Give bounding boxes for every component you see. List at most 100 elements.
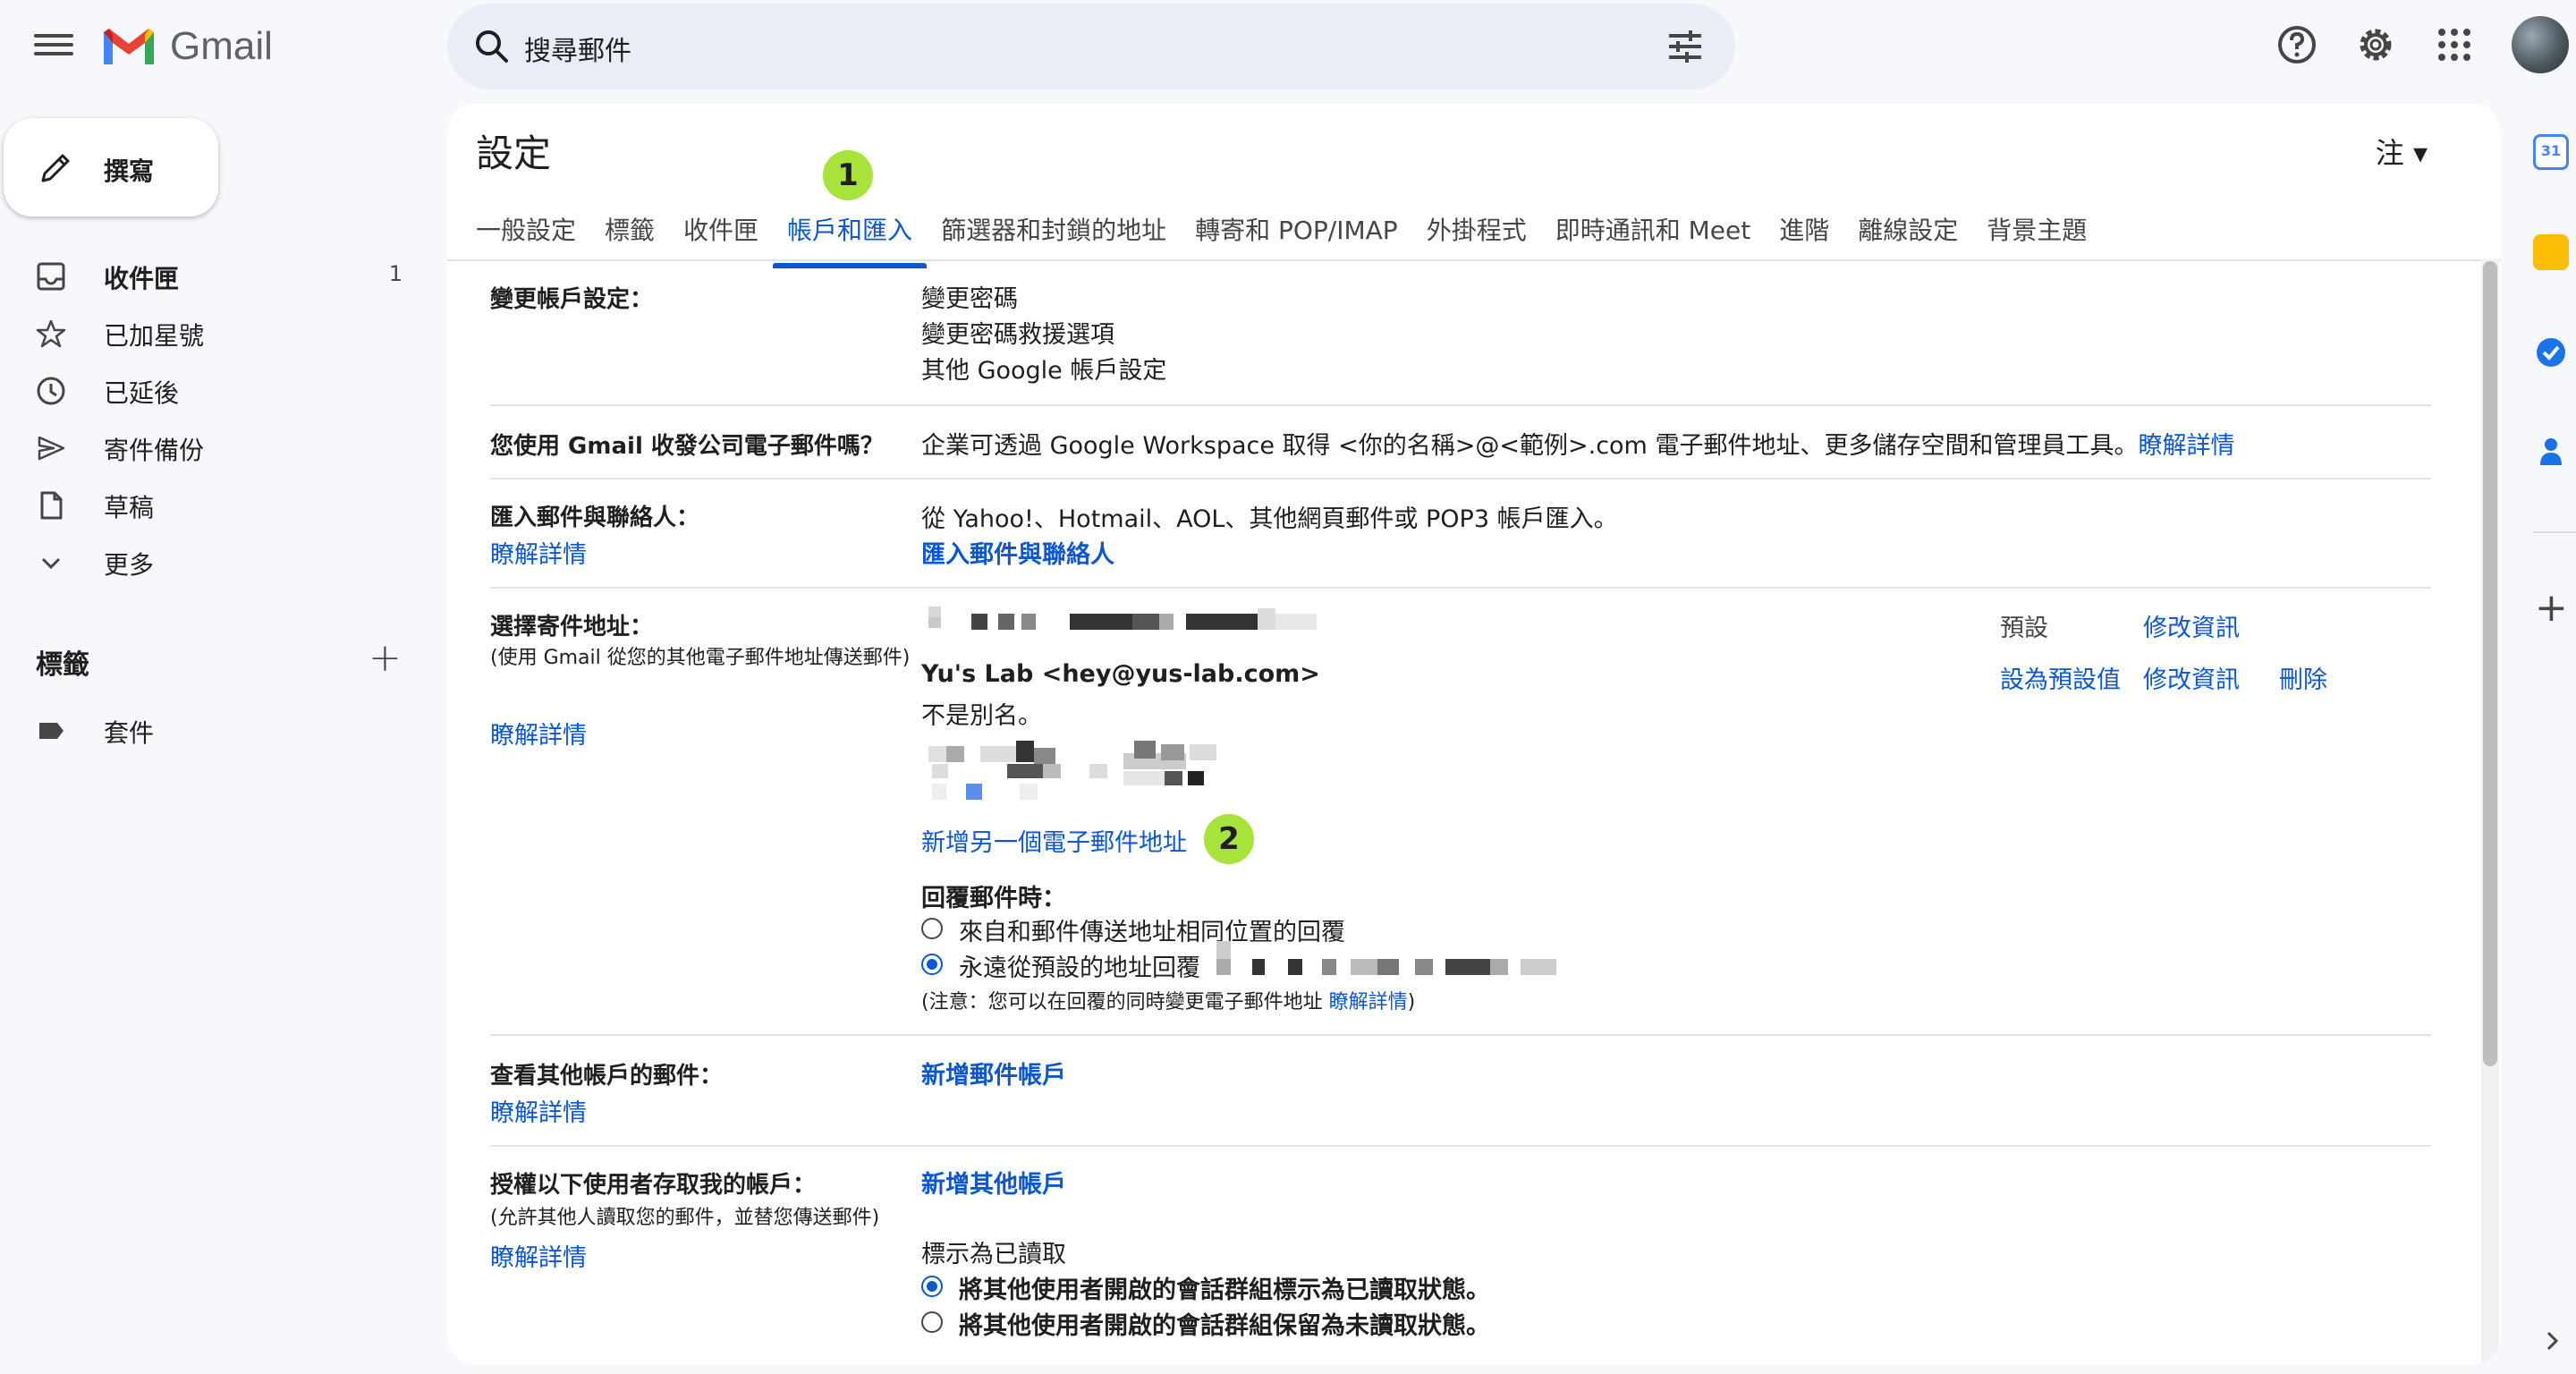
add-mail-account-link[interactable]: 新增郵件帳戶: [921, 1056, 1066, 1090]
sidebar-item-label: 已加星號: [104, 321, 205, 351]
star-icon: [36, 319, 66, 348]
settings-tabs: 一般設定 標籤 收件匣 帳戶和匯入 篩選器和封鎖的地址 轉寄和 POP/IMAP…: [462, 204, 2101, 268]
reply-title: 回覆郵件時：: [921, 885, 1066, 912]
chevron-down-icon: [41, 557, 61, 570]
tab-inbox[interactable]: 收件匣: [669, 204, 773, 258]
edit-info-link-2[interactable]: 修改資訊: [2143, 660, 2240, 695]
search-options-icon[interactable]: [1665, 29, 1705, 64]
page-title: 設定: [476, 131, 552, 175]
unread-count: 1: [388, 261, 402, 286]
add-label-icon[interactable]: +: [369, 635, 402, 681]
chevron-right-icon[interactable]: [2540, 1329, 2563, 1353]
sidebar-item-label: 寄件備份: [104, 436, 205, 465]
workspace-text: 企業可透過 Google Workspace 取得 <你的名稱>@<範例>.co…: [921, 426, 2234, 461]
account-avatar[interactable]: [2512, 16, 2569, 73]
keep-unread-label: 將其他使用者開啟的會話群組保留為未讀取狀態。: [959, 1312, 1490, 1340]
set-default-link[interactable]: 設為預設值: [2000, 660, 2121, 695]
divider: [490, 404, 2431, 406]
reply-default-address-label: 永遠從預設的地址回覆: [959, 954, 1200, 982]
gmail-m-icon: [104, 29, 154, 64]
account-settings-label: 變更帳戶設定：: [490, 286, 654, 313]
get-addons-icon[interactable]: +: [2535, 585, 2568, 631]
sidebar-item-inbox[interactable]: 收件匣 1: [0, 247, 420, 304]
divider: [490, 1034, 2431, 1036]
pencil-icon: [41, 154, 70, 182]
gmail-wordmark: Gmail: [170, 24, 273, 68]
default-badge: 預設: [2000, 615, 2048, 642]
sidebar-item-label-suite[interactable]: 套件: [0, 701, 420, 759]
tasks-icon[interactable]: [2533, 335, 2569, 370]
import-learn-more-link[interactable]: 瞭解詳情: [490, 535, 587, 570]
password-recovery-link[interactable]: 變更密碼救援選項: [921, 315, 1114, 350]
tab-themes[interactable]: 背景主題: [1972, 204, 2101, 258]
input-tools-label: 注: [2375, 136, 2404, 170]
not-alias-text: 不是別名。: [921, 702, 1042, 730]
edit-info-link-1[interactable]: 修改資訊: [2143, 608, 2240, 643]
compose-button[interactable]: 撰寫: [4, 118, 218, 216]
google-account-settings-link[interactable]: 其他 Google 帳戶設定: [921, 351, 1166, 386]
grant-access-description: (允許其他人讀取您的郵件，並替您傳送郵件): [490, 1207, 880, 1229]
send-as-learn-more-link[interactable]: 瞭解詳情: [490, 716, 587, 751]
reply-same-address-radio[interactable]: [921, 918, 943, 939]
import-mail-contacts-link[interactable]: 匯入郵件與聯絡人: [921, 535, 1114, 570]
mark-read-radio[interactable]: [921, 1276, 943, 1297]
tab-forwarding[interactable]: 轉寄和 POP/IMAP: [1181, 204, 1412, 258]
tab-advanced[interactable]: 進階: [1765, 204, 1843, 258]
step-marker-2: 2: [1204, 814, 1254, 864]
tab-labels[interactable]: 標籤: [590, 204, 669, 258]
add-email-address-link[interactable]: 新增另一個電子郵件地址: [921, 823, 1187, 858]
main-menu-button[interactable]: [34, 29, 73, 61]
step-marker-1: 1: [823, 150, 873, 200]
import-description: 從 Yahoo!、Hotmail、AOL、其他網頁郵件或 POP3 帳戶匯入。: [921, 505, 1618, 533]
divider: [490, 1145, 2431, 1147]
calendar-icon[interactable]: 31: [2533, 134, 2569, 170]
tab-offline[interactable]: 離線設定: [1843, 204, 1972, 258]
reply-default-address-radio[interactable]: [921, 954, 943, 975]
contacts-icon[interactable]: [2533, 433, 2569, 469]
search-bar[interactable]: 搜尋郵件: [447, 4, 1735, 89]
delete-address-link[interactable]: 刪除: [2279, 660, 2327, 695]
apps-grid-icon[interactable]: [2433, 23, 2476, 66]
tab-addons[interactable]: 外掛程式: [1412, 204, 1541, 258]
sidebar-item-more[interactable]: 更多: [0, 533, 420, 590]
sidebar-item-label: 更多: [104, 550, 155, 580]
scrollbar-thumb[interactable]: [2483, 261, 2497, 1066]
send-icon: [38, 436, 65, 461]
tab-filters[interactable]: 篩選器和封鎖的地址: [927, 204, 1181, 258]
sidebar-item-starred[interactable]: 已加星號: [0, 304, 420, 361]
help-icon[interactable]: [2275, 23, 2318, 66]
change-password-link[interactable]: 變更密碼: [921, 279, 1018, 314]
search-input[interactable]: 搜尋郵件: [524, 29, 631, 68]
labels-heading: 標籤: [36, 649, 89, 681]
sidebar-item-label: 套件: [104, 718, 155, 748]
settings-gear-icon[interactable]: [2354, 23, 2397, 66]
sidebar-item-sent[interactable]: 寄件備份: [0, 419, 420, 476]
check-mail-label: 查看其他帳戶的郵件：: [490, 1063, 724, 1090]
sidebar-item-snoozed[interactable]: 已延後: [0, 361, 420, 419]
input-tools-dropdown[interactable]: 注 ▾: [2376, 131, 2428, 172]
label-tag-icon: [39, 723, 64, 739]
send-as-label: 選擇寄件地址：: [490, 614, 654, 640]
gmail-logo[interactable]: Gmail: [100, 20, 297, 73]
tab-accounts-import[interactable]: 帳戶和匯入: [773, 204, 928, 268]
reply-note: (注意：您可以在回覆的同時變更電子郵件地址 瞭解詳情): [921, 986, 1415, 1014]
add-another-account-link[interactable]: 新增其他帳戶: [921, 1165, 1066, 1200]
sender-address-2: Yu's Lab <hey@yus-lab.com>: [921, 660, 1320, 688]
tab-chat-meet[interactable]: 即時通訊和 Meet: [1541, 204, 1766, 258]
workspace-label: 您使用 Gmail 收發公司電子郵件嗎？: [490, 433, 884, 460]
compose-label: 撰寫: [104, 157, 155, 186]
search-icon[interactable]: [470, 25, 513, 68]
grant-access-label: 授權以下使用者存取我的帳戶：: [490, 1172, 817, 1199]
check-mail-learn-more-link[interactable]: 瞭解詳情: [490, 1093, 587, 1128]
import-label: 匯入郵件與聯絡人：: [490, 505, 700, 531]
grant-learn-more-link[interactable]: 瞭解詳情: [490, 1238, 587, 1273]
draft-icon: [40, 491, 63, 520]
keep-icon[interactable]: [2533, 234, 2569, 270]
sidebar-item-drafts[interactable]: 草稿: [0, 476, 420, 533]
reply-note-learn-more-link[interactable]: 瞭解詳情: [1329, 991, 1408, 1014]
workspace-description: 企業可透過 Google Workspace 取得 <你的名稱>@<範例>.co…: [921, 432, 2139, 460]
redacted-address-1: [921, 605, 1351, 632]
keep-unread-radio[interactable]: [921, 1311, 943, 1333]
tab-general[interactable]: 一般設定: [462, 204, 590, 258]
workspace-learn-more-link[interactable]: 瞭解詳情: [2138, 432, 2234, 460]
